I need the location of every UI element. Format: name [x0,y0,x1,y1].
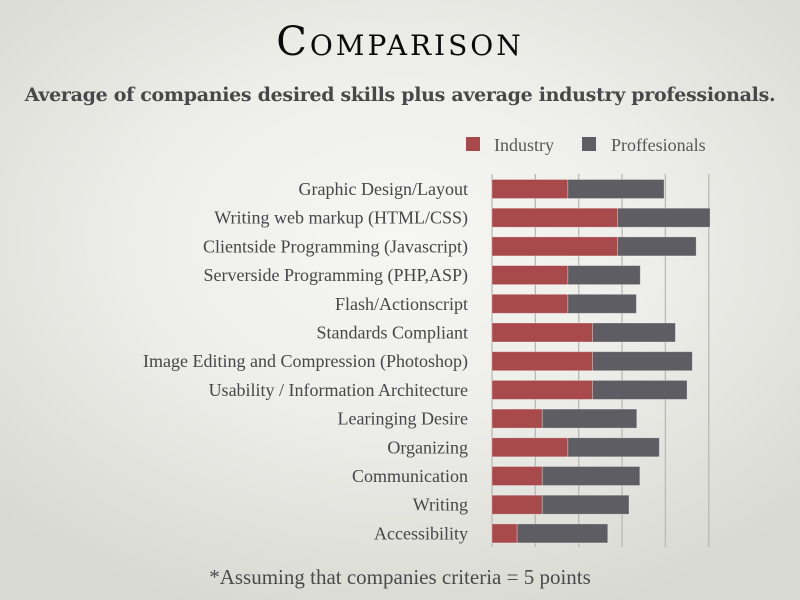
category-label: Writing [413,495,468,515]
bar-industry [491,179,569,199]
category-label: Communication [352,466,468,486]
legend: Industry Proffesionals [466,135,706,155]
bar-industry [491,322,593,343]
category-label: Accessibility [374,523,468,543]
category-label: Serverside Programming (PHP,ASP) [204,265,469,286]
footnote: *Assuming that companies criteria = 5 po… [209,565,591,589]
category-label: Image Editing and Compression (Photoshop… [143,351,468,372]
bar-industry [491,523,518,544]
bar-professionals [592,351,693,372]
bar-professionals [567,179,665,199]
bar-professionals [541,408,638,429]
bar-industry [491,265,569,286]
bar-industry [491,207,619,228]
bar-professionals [541,494,630,515]
bar-professionals [592,322,676,343]
category-label: Flash/Actionscript [335,294,468,314]
category-label: Clientside Programming (Javascript) [203,236,468,257]
category-label: Usability / Information Architecture [209,380,468,400]
bar-industry [491,494,543,515]
bar-industry [491,408,543,429]
category-label: Graphic Design/Layout [299,179,468,199]
bar-professionals [617,207,711,228]
legend-label-professionals: Proffesionals [611,135,706,155]
bar-professionals [516,523,609,544]
category-label: Writing web markup (HTML/CSS) [214,208,468,229]
bar-professionals [541,466,641,486]
bar-industry [491,236,619,257]
bar-industry [491,466,543,486]
bar-industry [491,293,569,314]
bars [491,179,711,544]
stacked-bar-chart: Graphic Design/Layout Writing web markup … [143,135,711,547]
bar-industry [491,351,593,372]
bar-professionals [567,265,641,286]
bar-professionals [617,236,697,257]
legend-swatch-professionals [582,137,596,151]
category-label: Standards Compliant [317,323,469,343]
bar-industry [491,437,569,458]
legend-swatch-industry [466,137,480,151]
category-label: Organizing [387,437,468,457]
bar-industry [491,379,593,400]
legend-label-industry: Industry [494,135,554,155]
category-labels: Graphic Design/Layout Writing web markup … [143,179,468,543]
bar-professionals [567,437,660,458]
category-label: Learinging Desire [338,409,468,429]
bar-professionals [567,293,637,314]
bar-professionals [592,379,688,400]
